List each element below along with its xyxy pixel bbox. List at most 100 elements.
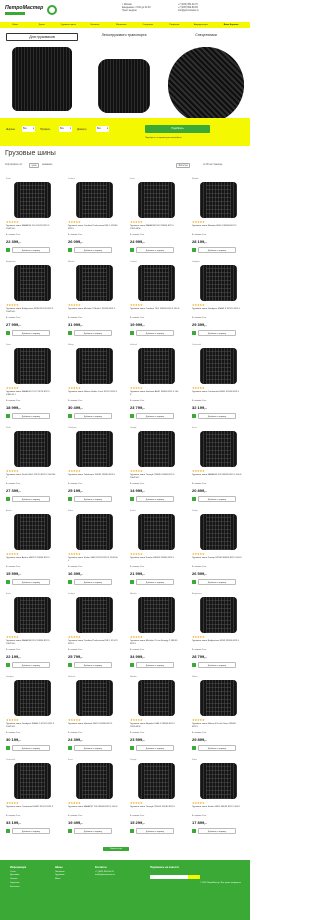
add-to-cart-button[interactable]: Добавить в корзину: [198, 247, 236, 253]
product-card[interactable]: Goodyear ★★★★★ Грузовая шина Goodyear KMAX…: [191, 261, 246, 341]
logo[interactable]: ПетроМастер: [5, 5, 57, 17]
product-card[interactable]: Sailun ★★★★★ Грузовая шина Sailun SFR1 385…: [191, 759, 246, 839]
product-card[interactable]: Cordiant ★★★★★ Грузовая шина Cordiant Prof…: [67, 593, 122, 673]
product-card[interactable]: Aeolus ★★★★★ Грузовая шина Aeolus HN257 31…: [5, 510, 60, 590]
filters-button[interactable]: Фильтры: [176, 163, 191, 169]
add-to-cart-button[interactable]: Добавить в корзину: [198, 330, 236, 336]
product-name[interactable]: Грузовая шина Cordiant Professional FR-1…: [68, 225, 118, 231]
add-to-cart-button[interactable]: Добавить в корзину: [198, 662, 236, 668]
nav-item[interactable]: Мотошины: [109, 24, 134, 26]
add-to-cart-button[interactable]: Добавить в корзину: [136, 579, 174, 585]
tire-image[interactable]: [200, 514, 237, 550]
add-to-cart-button[interactable]: Добавить в корзину: [136, 247, 174, 253]
compare-checkbox[interactable]: [6, 331, 10, 335]
product-name[interactable]: Грузовая шина Continental HSR2 315/80 R2…: [192, 391, 242, 394]
add-to-cart-button[interactable]: Добавить в корзину: [74, 247, 112, 253]
product-name[interactable]: Грузовая шина Sailun SFR1 385/55 R22.5 1…: [192, 806, 242, 809]
subscribe-button[interactable]: [188, 875, 200, 879]
product-card[interactable]: Bridgestone ★★★★★ Грузовая шина Bridgeston…: [5, 261, 60, 341]
filter-submit-button[interactable]: Подобрать: [145, 125, 210, 133]
nav-item[interactable]: Спецшины: [136, 24, 161, 26]
tire-image[interactable]: [200, 763, 237, 799]
tire-image[interactable]: [14, 348, 51, 384]
product-card[interactable]: Kama ★★★★★ Грузовая шина KAMA NR 201 315/8…: [5, 593, 60, 673]
compare-checkbox[interactable]: [6, 663, 10, 667]
add-to-cart-button[interactable]: Добавить в корзину: [12, 413, 50, 419]
add-to-cart-button[interactable]: Добавить в корзину: [12, 662, 50, 668]
add-to-cart-button[interactable]: Добавить в корзину: [136, 828, 174, 834]
category-special[interactable]: Спецтехники: [168, 33, 244, 123]
compare-checkbox[interactable]: [192, 331, 196, 335]
product-name[interactable]: Грузовая шина Dunlop SP346 385/65 R22.5 …: [192, 557, 242, 560]
product-name[interactable]: Грузовая шина KAMA NF 202 385/55 R22.5 1…: [192, 474, 242, 477]
compare-checkbox[interactable]: [6, 248, 10, 252]
add-to-cart-button[interactable]: Добавить в корзину: [74, 579, 112, 585]
compare-checkbox[interactable]: [68, 248, 72, 252]
product-name[interactable]: Грузовая шина Goodyear KMAX S 315/70 R22…: [192, 308, 242, 311]
tire-image[interactable]: [138, 597, 175, 633]
footer-email[interactable]: info@petromaster.ru: [95, 874, 115, 878]
add-to-cart-button[interactable]: Добавить в корзину: [136, 330, 174, 336]
compare-checkbox[interactable]: [192, 497, 196, 501]
product-card[interactable]: Kama ★★★★★ Грузовая шина KAMA NU 701 275/7…: [5, 344, 60, 424]
product-name[interactable]: Грузовая шина Matador DHR 4 295/80 R22.5…: [130, 723, 180, 729]
compare-checkbox[interactable]: [68, 331, 72, 335]
compare-checkbox[interactable]: [192, 580, 196, 584]
add-to-cart-button[interactable]: Добавить в корзину: [198, 413, 236, 419]
product-card[interactable]: Kama ★★★★★ Грузовая шина KAMA NF 201 315/7…: [5, 178, 60, 258]
footer-link[interactable]: Контакты: [10, 886, 26, 890]
compare-checkbox[interactable]: [68, 663, 72, 667]
product-name[interactable]: Грузовая шина KAMA NT 202 385/65 R22.5 1…: [68, 806, 118, 809]
add-to-cart-button[interactable]: Добавить в корзину: [136, 662, 174, 668]
sort-by-price[interactable]: цене: [29, 163, 40, 169]
tire-image[interactable]: [76, 763, 113, 799]
compare-checkbox[interactable]: [192, 746, 196, 750]
header-email[interactable]: info@petromaster.ru: [178, 10, 199, 13]
product-name[interactable]: Грузовая шина Goodyear KMAX D 315/70 R22…: [6, 723, 56, 729]
tire-image[interactable]: [14, 182, 51, 218]
product-card[interactable]: Matador ★★★★★ Грузовая шина Matador DHR 4 …: [129, 676, 184, 756]
product-name[interactable]: Грузовая шина KAMA NR 201 315/80 R22.5 1…: [6, 640, 56, 646]
tire-image[interactable]: [200, 182, 237, 218]
product-name[interactable]: Грузовая шина Bridgestone M788 315/70 R2…: [6, 308, 56, 314]
product-card[interactable]: Bridgestone ★★★★★ Грузовая шина Bridgeston…: [191, 593, 246, 673]
product-card[interactable]: Continental ★★★★★ Грузовая шина Continenta…: [5, 759, 60, 839]
tire-image[interactable]: [14, 597, 51, 633]
product-name[interactable]: Грузовая шина KAMA NF 201 315/70 R22.5 1…: [6, 225, 56, 231]
product-card[interactable]: Nokian ★★★★★ Грузовая шина Nokian Hakka Tr…: [67, 344, 122, 424]
add-to-cart-button[interactable]: Добавить в корзину: [198, 745, 236, 751]
product-card[interactable]: Hankook ★★★★★ Грузовая шина Hankook DH31 3…: [67, 676, 122, 756]
compare-checkbox[interactable]: [192, 829, 196, 833]
compare-checkbox[interactable]: [68, 829, 72, 833]
compare-checkbox[interactable]: [130, 663, 134, 667]
compare-checkbox[interactable]: [68, 580, 72, 584]
show-more-button[interactable]: Показать ещё: [103, 847, 129, 851]
product-name[interactable]: Грузовая шина Aeolus HN257 315/80 R22.5: [6, 557, 56, 560]
product-card[interactable]: Sailun ★★★★★ Грузовая шина Sailun S696 315…: [67, 510, 122, 590]
compare-checkbox[interactable]: [192, 663, 196, 667]
product-name[interactable]: Грузовая шина Kumho KRS03 295/80 R22.5: [130, 557, 180, 560]
category-trucks[interactable]: Для грузовиков: [6, 33, 78, 113]
sort-by-name[interactable]: названию: [42, 164, 52, 166]
product-name[interactable]: Грузовая шина Nokian Hakka Truck 315/70 …: [68, 391, 118, 394]
add-to-cart-button[interactable]: Добавить в корзину: [12, 496, 50, 502]
compare-checkbox[interactable]: [6, 414, 10, 418]
add-to-cart-button[interactable]: Добавить в корзину: [74, 330, 112, 336]
compare-checkbox[interactable]: [130, 497, 134, 501]
product-name[interactable]: Грузовая шина Yokohama 104ZR 295/80 R22.…: [68, 474, 118, 477]
compare-checkbox[interactable]: [130, 331, 134, 335]
tire-image[interactable]: [200, 348, 237, 384]
tire-image[interactable]: [138, 680, 175, 716]
tire-image[interactable]: [14, 763, 51, 799]
product-card[interactable]: Kama ★★★★★ Грузовая шина KAMA NT 202 385/6…: [67, 759, 122, 839]
compare-checkbox[interactable]: [68, 746, 72, 750]
product-name[interactable]: Грузовая шина KAMA NR 202 295/80 R22.5 1…: [130, 225, 180, 231]
product-name[interactable]: Грузовая шина Pirelli FH01 315/70 R22.5 …: [6, 474, 56, 480]
product-name[interactable]: Грузовая шина Cordiant TR-1 385/65 R22.5…: [130, 308, 180, 311]
add-to-cart-button[interactable]: Добавить в корзину: [12, 579, 50, 585]
product-name[interactable]: Грузовая шина Bridgestone R249 295/80 R2…: [192, 640, 242, 643]
tire-image[interactable]: [76, 597, 113, 633]
tire-image[interactable]: [14, 265, 51, 301]
product-name[interactable]: Грузовая шина Continental HDR2 315/70 R2…: [6, 806, 56, 809]
add-to-cart-button[interactable]: Добавить в корзину: [74, 662, 112, 668]
